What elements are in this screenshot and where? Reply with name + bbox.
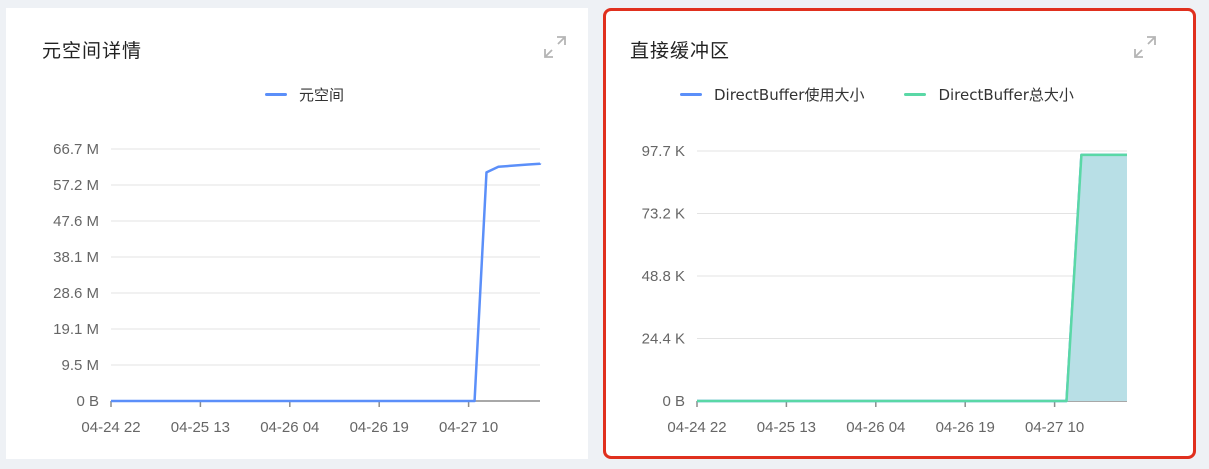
y-tick-label: 0 B [662,393,685,410]
x-tick-label: 04-27 10 [1025,419,1084,436]
y-tick-label: 48.8 K [642,268,685,285]
y-tick-label: 73.2 K [642,206,685,223]
direct-buffer-panel: 直接缓冲区 DirectBuffer使用大小 DirectBuffer总大小 0… [603,8,1196,459]
x-tick-label: 04-24 22 [81,419,140,436]
y-tick-label: 19.1 M [53,321,99,338]
series-area [697,154,1127,401]
y-tick-label: 66.7 M [53,141,99,158]
direct-buffer-chart: 0 B 24.4 K 48.8 K 73.2 K 97.7 K 04-24 22 04-25… [642,143,1127,436]
y-tick-label: 47.6 M [53,213,99,230]
series-line [697,153,1127,403]
x-tick-label: 04-24 22 [667,419,726,436]
x-tick-label: 04-26 19 [936,419,995,436]
y-tick-label: 24.4 K [642,331,685,348]
x-tick-label: 04-27 10 [439,419,498,436]
x-tick-label: 04-25 13 [171,419,230,436]
y-tick-label: 0 B [76,393,99,410]
metaspace-chart: 0 B 9.5 M 19.1 M 28.6 M 38.1 M 47.6 M 57.2 M 66… [53,141,542,436]
metaspace-panel: 元空间详情 元空间 0 B 9.5 M 19.1 M 28.6 M 38.1 M 47.6… [6,8,588,459]
y-tick-label: 28.6 M [53,285,99,302]
y-tick-label: 97.7 K [642,143,685,160]
x-tick-label: 04-25 13 [757,419,816,436]
y-tick-label: 9.5 M [61,357,99,374]
x-tick-label: 04-26 04 [260,419,319,436]
x-tick-label: 04-26 19 [350,419,409,436]
y-tick-label: 38.1 M [53,249,99,266]
x-tick-label: 04-26 04 [846,419,905,436]
series-line [697,153,1127,403]
y-tick-label: 57.2 M [53,177,99,194]
